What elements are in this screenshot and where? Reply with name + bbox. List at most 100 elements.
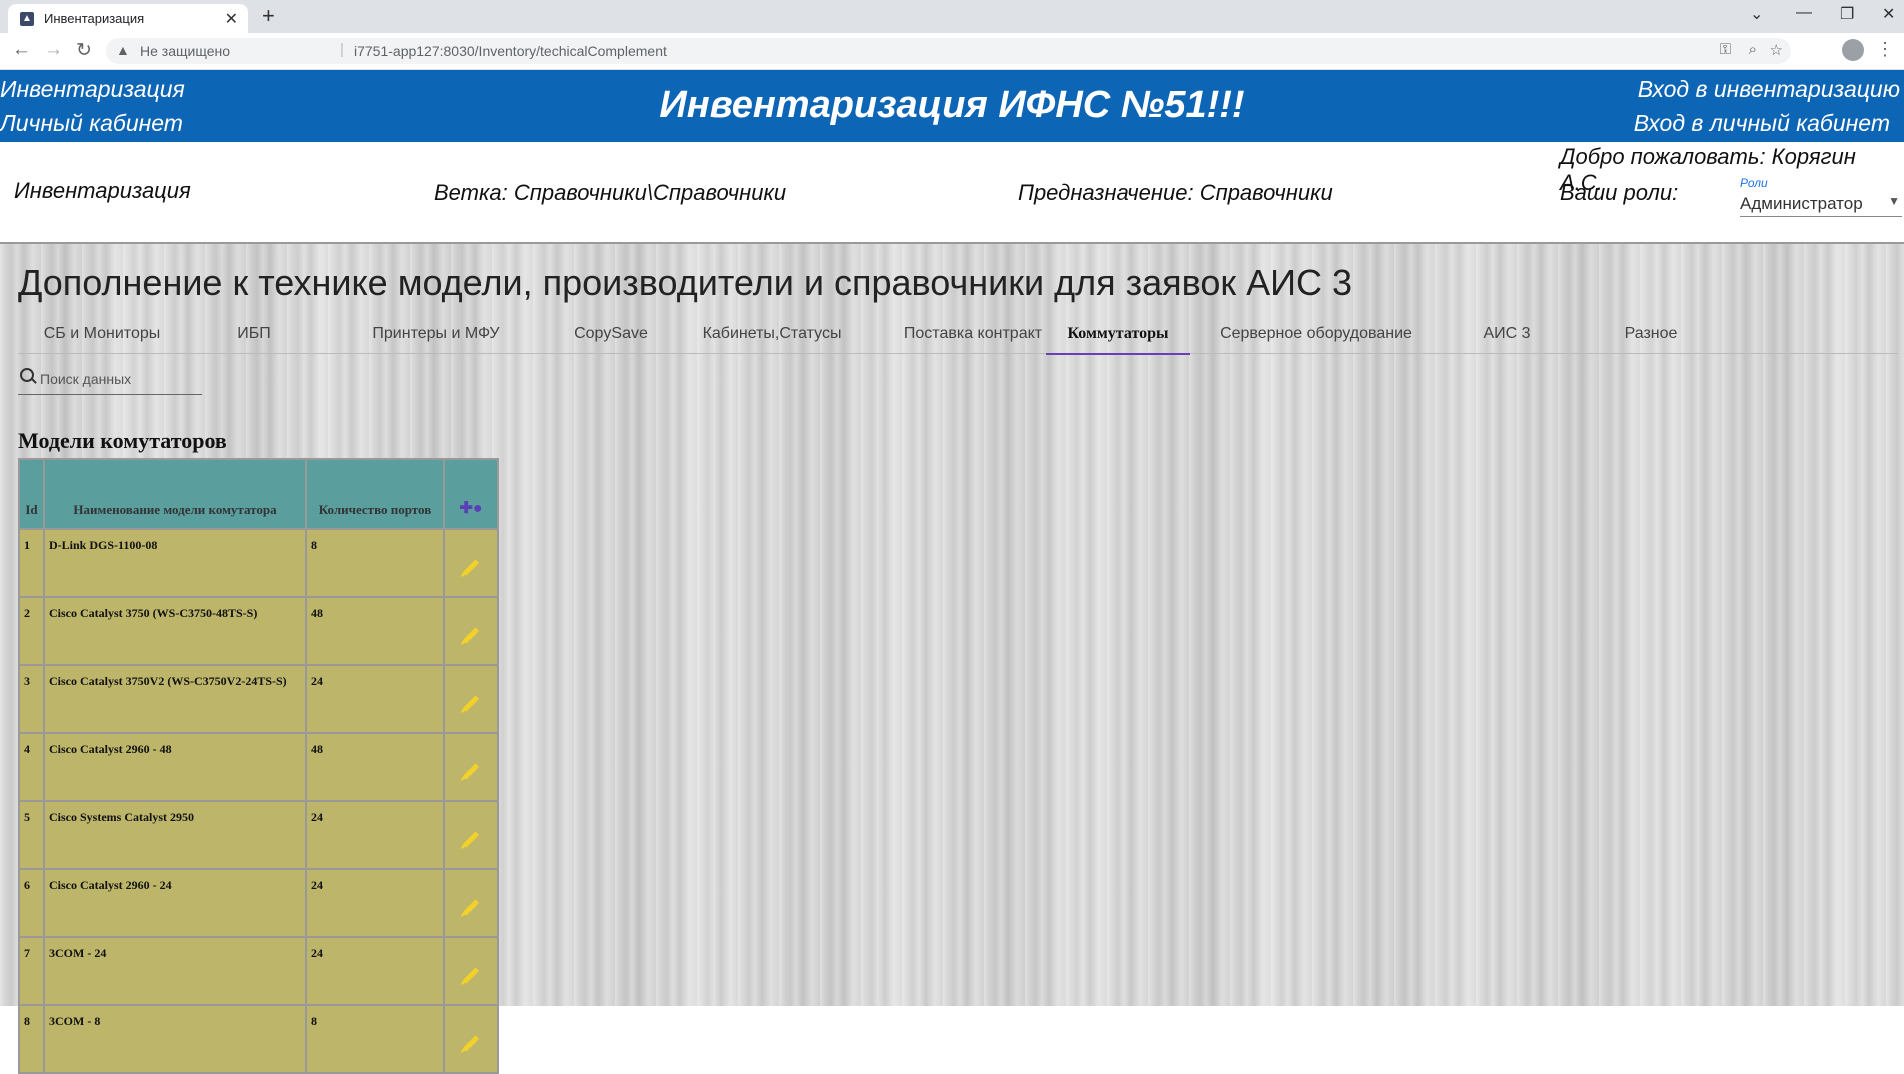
site-title: Инвентаризация ИФНС №51!!! [659, 84, 1245, 126]
table-row: 2 Cisco Catalyst 3750 (WS-C3750-48TS-S) … [20, 598, 497, 664]
table-row: 4 Cisco Catalyst 2960 - 48 48 [20, 734, 497, 800]
cell-ports: 8 [307, 1006, 443, 1072]
cell-ports: 24 [307, 938, 443, 1004]
chevron-down-icon[interactable]: ▼ [1888, 194, 1900, 208]
add-user-icon[interactable]: ✚● [459, 500, 482, 517]
pencil-icon[interactable] [462, 898, 480, 916]
purpose-label: Предназначение: Справочники [1018, 180, 1333, 205]
cell-id: 4 [20, 734, 43, 800]
profile-dropdown-icon[interactable]: ⌄ [1750, 4, 1763, 24]
table-title: Модели комутаторов [18, 428, 227, 453]
roles-select-value[interactable]: Администратор [1740, 194, 1863, 214]
tab-monitors[interactable]: СБ и Мониторы [18, 319, 186, 353]
cell-id: 3 [20, 666, 43, 732]
cell-id: 8 [20, 1006, 43, 1072]
cell-name: Cisco Systems Catalyst 2950 [45, 802, 305, 868]
browser-tab[interactable]: ▲ Инвентаризация ✕ [8, 4, 248, 33]
reload-icon[interactable]: ↻ [76, 39, 92, 62]
table-row: 6 Cisco Catalyst 2960 - 24 24 [20, 870, 497, 936]
cell-id: 2 [20, 598, 43, 664]
cell-name: Cisco Catalyst 2960 - 24 [45, 870, 305, 936]
warning-icon[interactable]: ▲ [116, 42, 130, 58]
search-input[interactable]: Поиск данных [40, 371, 131, 387]
table-row: 3 Cisco Catalyst 3750V2 (WS-C3750V2-24TS… [20, 666, 497, 732]
tab-server[interactable]: Серверное оборудование [1200, 319, 1432, 353]
cell-id: 7 [20, 938, 43, 1004]
bookmark-star-icon[interactable]: ☆ [1770, 41, 1783, 59]
tab-switches[interactable]: Коммутаторы [1046, 319, 1190, 355]
edit-button[interactable] [445, 870, 497, 936]
tab-misc[interactable]: Разное [1596, 319, 1706, 353]
add-button[interactable]: ✚● [445, 460, 497, 528]
table-row: 1 D-Link DGS-1100-08 8 [20, 530, 497, 596]
zoom-icon[interactable]: ⌕ [1749, 41, 1757, 58]
tab-printers[interactable]: Принтеры и МФУ [346, 319, 526, 353]
new-tab-icon[interactable]: + [262, 3, 275, 29]
site-header: Инвентаризация Личный кабинет Инвентариз… [0, 70, 1904, 142]
search-field[interactable]: Поиск данных [18, 364, 202, 395]
pencil-icon[interactable] [462, 762, 480, 780]
login-cabinet-link[interactable]: Вход в личный кабинет [1634, 110, 1890, 137]
pencil-icon[interactable] [462, 966, 480, 984]
branch-label: Ветка: Справочники\Справочники [434, 180, 787, 205]
url-text[interactable]: i7751-app127:8030/Inventory/techicalComp… [354, 43, 667, 59]
browser-menu-icon[interactable]: ⋮ [1876, 39, 1894, 60]
category-tabs: СБ и Мониторы ИБП Принтеры и МФУ CopySav… [18, 319, 1898, 355]
back-icon[interactable]: ← [12, 39, 31, 61]
close-tab-icon[interactable]: ✕ [225, 9, 238, 29]
cell-name: Cisco Catalyst 2960 - 48 [45, 734, 305, 800]
table-row: 8 3COM - 8 8 [20, 1006, 497, 1072]
table-header-row: Id Наименование модели комутатора Количе… [20, 460, 497, 528]
favicon-icon: ▲ [20, 12, 34, 26]
cell-ports: 8 [307, 530, 443, 596]
header-ports: Количество портов [307, 460, 443, 528]
edit-button[interactable] [445, 938, 497, 1004]
tab-copysave[interactable]: CopySave [546, 319, 676, 353]
tab-cabinets[interactable]: Кабинеты,Статусы [674, 319, 870, 353]
cell-id: 1 [20, 530, 43, 596]
edit-button[interactable] [445, 734, 497, 800]
main-content: Дополнение к технике модели, производите… [0, 242, 1904, 1074]
login-inventory-link[interactable]: Вход в инвентаризацию [1638, 76, 1900, 103]
search-icon [20, 368, 34, 382]
pencil-icon[interactable] [462, 694, 480, 712]
header-id: Id [20, 460, 43, 528]
page-title: Дополнение к технике модели, производите… [18, 262, 1353, 303]
tab-ups[interactable]: ИБП [208, 319, 300, 353]
table-row: 7 3COM - 24 24 [20, 938, 497, 1004]
forward-icon[interactable]: → [44, 39, 63, 61]
cell-ports: 48 [307, 734, 443, 800]
info-bar: Инвентаризация Ветка: Справочники\Справо… [0, 142, 1904, 242]
cell-name: 3COM - 8 [45, 1006, 305, 1072]
cell-ports: 48 [307, 598, 443, 664]
pencil-icon[interactable] [462, 558, 480, 576]
cell-name: D-Link DGS-1100-08 [45, 530, 305, 596]
edit-button[interactable] [445, 598, 497, 664]
edit-button[interactable] [445, 1006, 497, 1072]
not-secure-label[interactable]: Не защищено [140, 43, 230, 59]
close-window-icon[interactable]: ✕ [1882, 4, 1895, 24]
restore-icon[interactable]: ❐ [1840, 4, 1854, 24]
roles-select[interactable]: Администратор ▼ [1740, 192, 1902, 217]
address-bar: ← → ↻ ▲ Не защищено | i7751-app127:8030/… [0, 33, 1904, 70]
pencil-icon[interactable] [462, 626, 480, 644]
profile-avatar-icon[interactable] [1842, 39, 1864, 61]
browser-tabstrip: ▲ Инвентаризация ✕ + ⌄ — ❐ ✕ [0, 0, 1904, 33]
omnibox[interactable]: ▲ Не защищено | i7751-app127:8030/Invent… [106, 38, 1791, 64]
minimize-icon[interactable]: — [1796, 4, 1812, 22]
tab-ais3[interactable]: АИС 3 [1452, 319, 1562, 353]
cell-ports: 24 [307, 666, 443, 732]
key-icon[interactable]: ⚿ [1720, 41, 1731, 58]
edit-button[interactable] [445, 802, 497, 868]
edit-button[interactable] [445, 530, 497, 596]
header-name: Наименование модели комутатора [45, 460, 305, 528]
cell-name: Cisco Catalyst 3750V2 (WS-C3750V2-24TS-S… [45, 666, 305, 732]
edit-button[interactable] [445, 666, 497, 732]
cell-ports: 24 [307, 802, 443, 868]
pencil-icon[interactable] [462, 830, 480, 848]
pencil-icon[interactable] [462, 1034, 480, 1052]
cell-ports: 24 [307, 870, 443, 936]
cell-name: 3COM - 24 [45, 938, 305, 1004]
roles-label: Ваши роли: [1560, 180, 1679, 205]
url-separator: | [340, 41, 344, 58]
